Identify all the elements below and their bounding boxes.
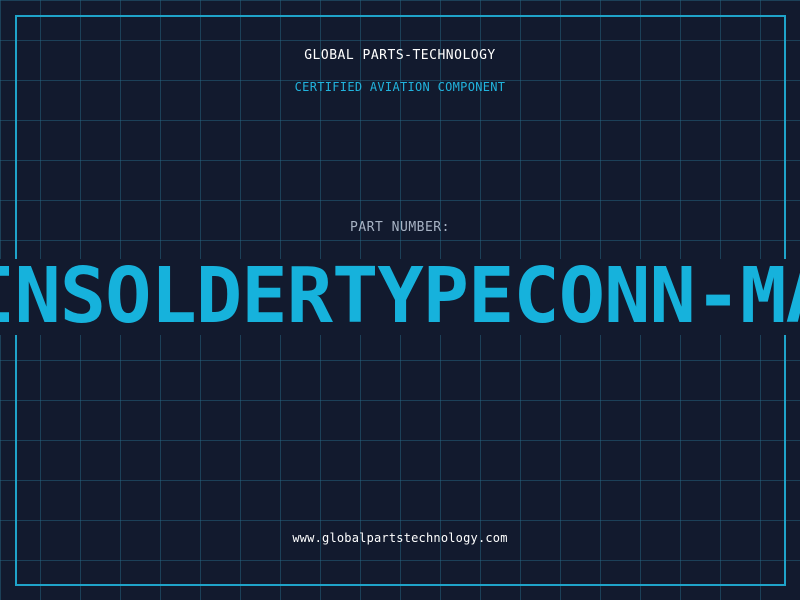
part-number-band: INSOLDERTYPECONN-MA [0, 259, 800, 335]
website-link[interactable]: www.globalpartstechnology.com [0, 531, 800, 545]
certificate-canvas: GLOBAL PARTS-TECHNOLOGY CERTIFIED AVIATI… [0, 0, 800, 600]
part-number-label: PART NUMBER: [350, 220, 450, 235]
certification-subtitle: CERTIFIED AVIATION COMPONENT [294, 80, 506, 94]
company-name: GLOBAL PARTS-TECHNOLOGY [304, 48, 496, 63]
part-number-value: INSOLDERTYPECONN-MA [0, 259, 800, 335]
